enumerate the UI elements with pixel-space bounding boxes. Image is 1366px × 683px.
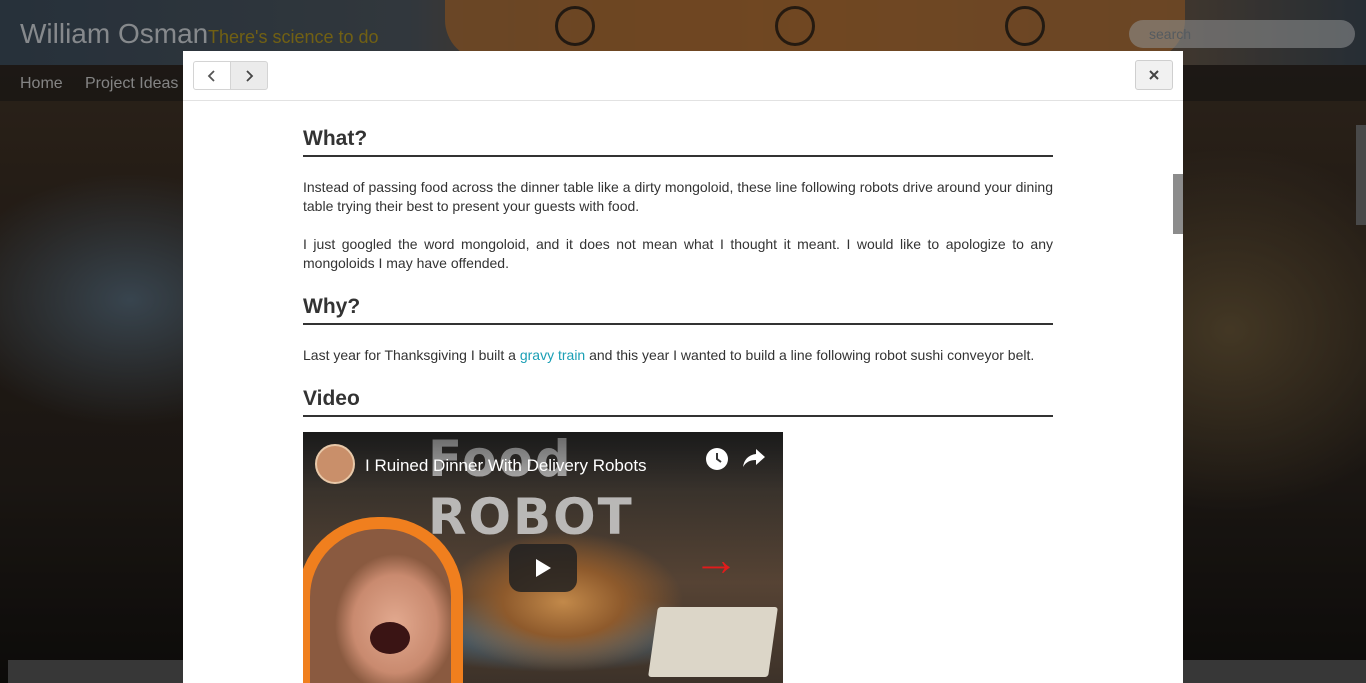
video-embed[interactable]: Food ROBOT → I Ruined Dinner With Delive…	[303, 432, 783, 683]
why-text-after: and this year I wanted to build a line f…	[585, 347, 1035, 363]
play-button[interactable]	[509, 544, 577, 592]
video-thumbnail-mouth	[370, 622, 410, 654]
heading-why: Why?	[303, 294, 1053, 325]
heading-what: What?	[303, 126, 1053, 157]
video-thumbnail-person	[303, 517, 463, 683]
paragraph-why: Last year for Thanksgiving I built a gra…	[303, 346, 1053, 365]
modal-header	[183, 51, 1183, 101]
chevron-right-icon	[246, 69, 254, 82]
paragraph-what-2: I just googled the word mongoloid, and i…	[303, 236, 1053, 271]
next-button[interactable]	[230, 61, 268, 90]
modal-scrollbar-thumb[interactable]	[1173, 174, 1183, 234]
lightbox-modal: What? Instead of passing food across the…	[183, 51, 1183, 683]
why-text-before: Last year for Thanksgiving I built a	[303, 347, 520, 363]
article-content: What? Instead of passing food across the…	[303, 126, 1053, 417]
share-icon[interactable]	[741, 447, 767, 474]
video-title[interactable]: I Ruined Dinner With Delivery Robots	[365, 456, 647, 476]
play-icon	[536, 559, 551, 577]
previous-button[interactable]	[193, 61, 231, 90]
close-icon	[1149, 70, 1159, 80]
channel-avatar[interactable]	[315, 444, 355, 484]
video-thumbnail-board	[648, 607, 778, 677]
video-thumbnail-arrow: →	[693, 533, 739, 585]
chevron-left-icon	[207, 69, 215, 82]
close-button[interactable]	[1135, 60, 1173, 90]
heading-video: Video	[303, 386, 1053, 417]
gravy-train-link[interactable]: gravy train	[520, 347, 585, 363]
watch-later-icon[interactable]	[706, 448, 728, 470]
paragraph-what-1: Instead of passing food across the dinne…	[303, 179, 1053, 214]
